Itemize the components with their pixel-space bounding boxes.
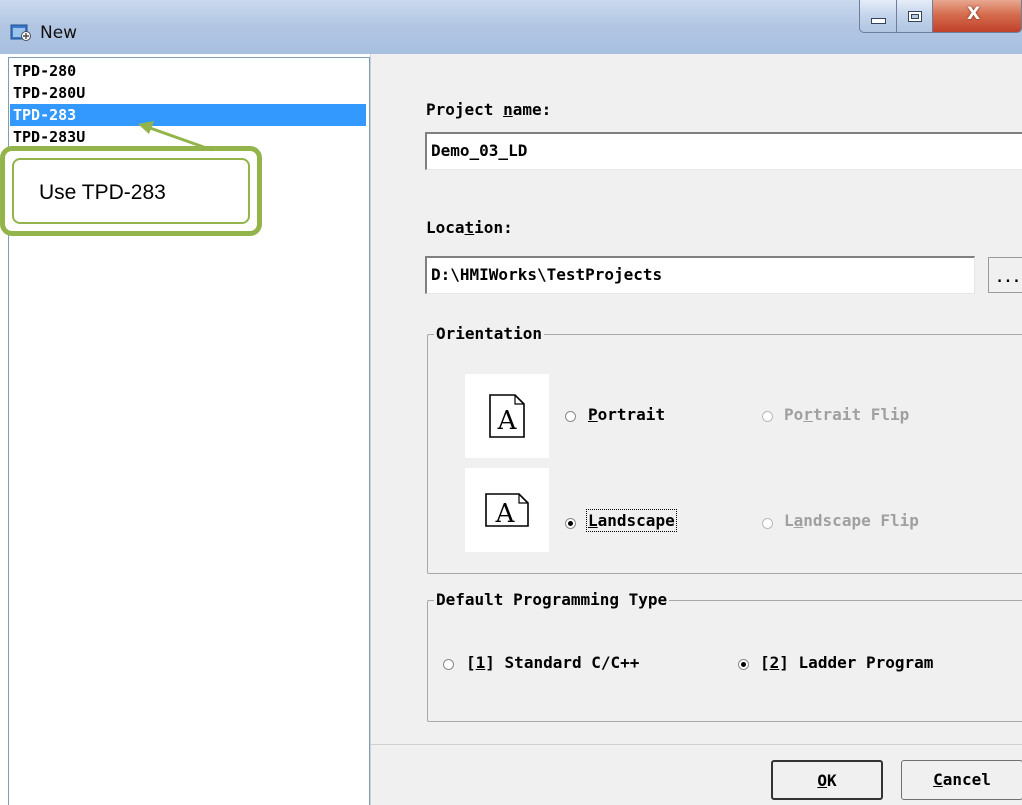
landscape-radio[interactable] (565, 518, 576, 529)
portrait-radio[interactable] (565, 411, 576, 422)
minimize-button[interactable] (859, 0, 897, 33)
device-label: TPD-283U (13, 128, 86, 146)
project-name-label: Project name: (426, 100, 552, 119)
device-label: TPD-283 (13, 106, 77, 124)
programming-type-group-title: Default Programming Type (434, 590, 670, 609)
portrait-page-icon: A (465, 374, 549, 458)
landscape-page-icon: A (465, 468, 549, 552)
title-bar[interactable]: New X (0, 0, 1022, 54)
new-project-icon (10, 24, 31, 41)
window-title: New (40, 23, 78, 43)
standard-c-label[interactable]: [1] Standard C/C++ (466, 653, 639, 672)
location-label: Location: (426, 218, 513, 237)
list-item[interactable]: TPD-280U (10, 82, 366, 104)
project-name-field[interactable]: Demo_03_LD (425, 132, 1022, 170)
landscape-label[interactable]: Landscape (586, 509, 677, 532)
location-field[interactable]: D:\HMIWorks\TestProjects (425, 256, 975, 294)
caption-buttons: X (859, 0, 1022, 34)
programming-type-group: Default Programming Type [1] Standard C/… (427, 590, 1022, 722)
close-icon: X (967, 4, 981, 24)
footer-divider (371, 744, 1022, 745)
callout-text: Use TPD-283 (39, 181, 166, 204)
ok-button[interactable]: OK (771, 760, 883, 800)
ladder-program-radio[interactable] (738, 659, 749, 670)
landscape-flip-radio[interactable] (762, 518, 773, 529)
landscape-flip-label[interactable]: Landscape Flip (784, 511, 919, 530)
close-button[interactable]: X (932, 0, 1022, 33)
minimize-icon (870, 18, 886, 24)
portrait-label[interactable]: Portrait (588, 405, 665, 424)
standard-c-radio[interactable] (443, 659, 454, 670)
orientation-group: Orientation A Portrait Portrait Flip A L… (427, 324, 1022, 574)
ladder-program-label[interactable]: [2] Ladder Program (760, 653, 933, 672)
annotation-callout: Use TPD-283 (0, 146, 262, 236)
device-label: TPD-280 (13, 62, 77, 80)
list-item-selected[interactable]: TPD-283 (10, 104, 366, 126)
portrait-flip-label[interactable]: Portrait Flip (784, 405, 909, 424)
maximize-button[interactable] (896, 0, 933, 33)
list-item[interactable]: TPD-280 (10, 60, 366, 82)
orientation-group-title: Orientation (434, 324, 544, 343)
project-settings-panel: Project name: Demo_03_LD Location: D:\HM… (370, 54, 1022, 805)
device-label: TPD-280U (13, 84, 86, 102)
list-item[interactable]: TPD-283U (10, 126, 366, 148)
svg-text:A: A (495, 499, 516, 528)
portrait-flip-radio[interactable] (762, 411, 773, 422)
svg-text:A: A (497, 406, 518, 436)
cancel-button[interactable]: Cancel (901, 760, 1022, 800)
browse-button[interactable]: ... (988, 257, 1022, 293)
maximize-icon (907, 10, 922, 22)
